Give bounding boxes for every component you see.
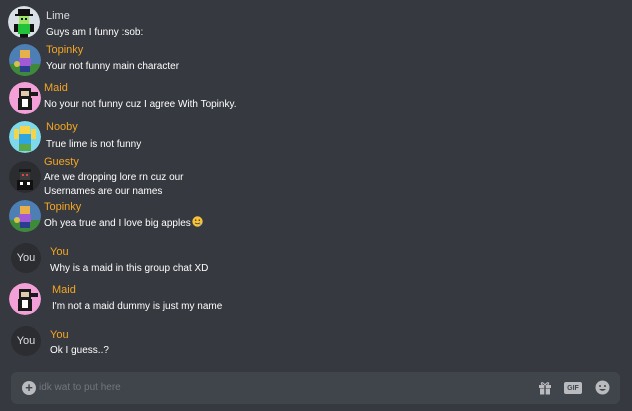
message-text: Oh yea true and I love big apples (44, 216, 203, 232)
author-name[interactable]: You (50, 329, 69, 342)
message-text: Guys am I funny :sob: (46, 27, 144, 38)
author-name[interactable]: Topinky (44, 201, 81, 214)
message-text: I'm not a maid dummy is just my name (52, 301, 223, 312)
message-text: Ok I guess..? (50, 345, 109, 356)
avatar-nooby[interactable] (9, 121, 41, 153)
author-name[interactable]: Lime (46, 10, 70, 23)
message-text: No your not funny cuz I agree With Topin… (44, 99, 237, 110)
message-text: Your not funny main character (46, 61, 180, 72)
message-input[interactable]: idk wat to put here (39, 382, 121, 393)
message-text-content: Oh yea true and I love big apples (44, 218, 191, 229)
message-text-line: Are we dropping lore rn cuz our (44, 172, 184, 183)
message-text-line: Usernames are our names (44, 186, 163, 197)
gif-icon[interactable]: GIF (564, 382, 582, 394)
avatar-topinky[interactable] (9, 200, 41, 232)
add-icon[interactable]: + (22, 381, 36, 395)
avatar-topinky[interactable] (9, 44, 41, 76)
avatar-you[interactable]: You (11, 326, 41, 356)
author-name[interactable]: Maid (52, 284, 76, 297)
avatar-you[interactable]: You (11, 243, 41, 273)
author-name[interactable]: Nooby (46, 121, 78, 134)
avatar-lime[interactable] (8, 6, 40, 38)
message-composer: + idk wat to put here GIF (11, 372, 620, 404)
gift-icon[interactable] (538, 380, 552, 400)
author-name[interactable]: Topinky (46, 44, 83, 57)
author-name[interactable]: You (50, 246, 69, 259)
avatar-guesty[interactable] (9, 161, 41, 193)
avatar-maid[interactable] (9, 82, 41, 114)
message-text: Why is a maid in this group chat XD (50, 263, 209, 274)
avatar-maid[interactable] (9, 283, 41, 315)
drooling-face-emoji-icon (192, 216, 203, 232)
author-name[interactable]: Maid (44, 82, 68, 95)
emoji-icon[interactable] (595, 380, 610, 400)
message-text: True lime is not funny (46, 139, 142, 150)
author-name[interactable]: Guesty (44, 156, 79, 169)
